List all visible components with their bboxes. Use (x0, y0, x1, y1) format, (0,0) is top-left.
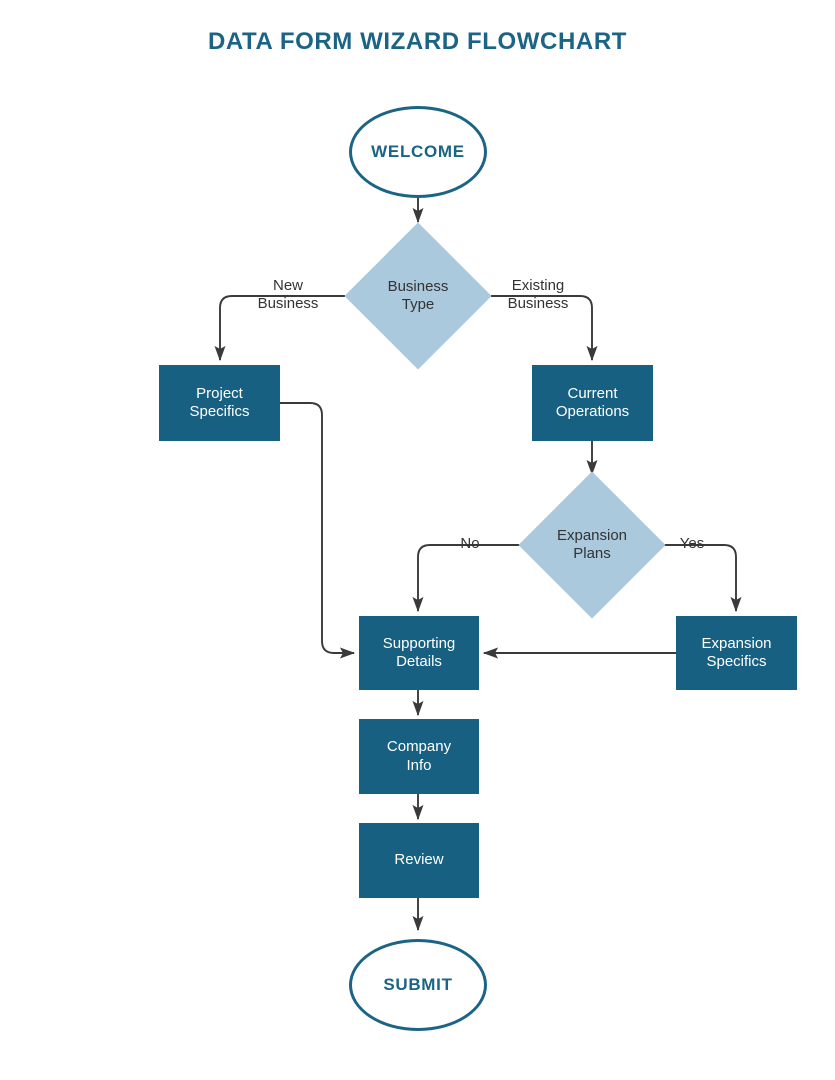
node-business-type-label: Business Type (388, 278, 449, 315)
edge-label-no: No (460, 535, 480, 552)
node-welcome[interactable]: WELCOME (349, 106, 487, 198)
node-current-operations[interactable]: Current Operations (532, 365, 653, 441)
node-expansion-specifics-label-line2: Specifics (706, 653, 767, 670)
edge-expansion-plans-to-supporting-details (412, 544, 521, 613)
node-company-info[interactable]: Company Info (359, 719, 479, 794)
node-submit[interactable]: SUBMIT (349, 939, 487, 1031)
edge-expansion-plans-to-expansion-specifics (663, 544, 742, 613)
node-expansion-specifics-label: Expansion Specifics (701, 635, 771, 672)
node-current-operations-label-line1: Current (567, 384, 618, 402)
edge-label-new-business-line1: New (272, 277, 303, 294)
node-project-specifics-label-line2: Specifics (189, 403, 250, 420)
node-business-type[interactable]: Business Type (344, 222, 492, 370)
edge-project-specifics-to-supporting-details (280, 402, 356, 659)
node-expansion-specifics-label-line1: Expansion (701, 634, 772, 652)
node-expansion-plans-label-line2: Plans (573, 545, 611, 562)
node-supporting-details-label: Supporting Details (383, 635, 456, 672)
node-project-specifics[interactable]: Project Specifics (159, 365, 280, 441)
node-current-operations-label: Current Operations (556, 385, 629, 422)
node-review-label: Review (394, 851, 444, 869)
node-business-type-label-line1: Business (387, 277, 449, 295)
node-review[interactable]: Review (359, 823, 479, 898)
edge-label-existing-business-line1: Existing (511, 277, 565, 294)
node-company-info-label: Company Info (387, 738, 451, 775)
edge-label-new-business: New Business (246, 277, 330, 313)
edge-label-existing-business: Existing Business (496, 277, 580, 313)
node-submit-label: SUBMIT (383, 974, 453, 994)
node-project-specifics-label: Project Specifics (189, 385, 249, 422)
flowchart-canvas: DATA FORM WIZARD FLOWCHART WELCOME Busin… (0, 0, 835, 1080)
edge-label-existing-business-line2: Business (507, 295, 569, 312)
node-welcome-label: WELCOME (371, 141, 465, 161)
node-supporting-details-label-line2: Details (396, 653, 442, 670)
node-expansion-specifics[interactable]: Expansion Specifics (676, 616, 797, 690)
node-company-info-label-line2: Info (406, 756, 432, 774)
node-project-specifics-label-line1: Project (196, 384, 243, 402)
node-business-type-label-line2: Type (401, 296, 435, 313)
node-expansion-plans-label-line1: Expansion (556, 526, 628, 544)
node-expansion-plans-label: Expansion Plans (557, 527, 627, 564)
edge-label-yes: Yes (679, 535, 705, 552)
node-current-operations-label-line2: Operations (555, 403, 630, 420)
node-expansion-plans[interactable]: Expansion Plans (518, 471, 666, 619)
node-supporting-details-label-line1: Supporting (382, 634, 456, 652)
node-company-info-label-line1: Company (386, 738, 452, 756)
node-supporting-details[interactable]: Supporting Details (359, 616, 479, 690)
edge-label-new-business-line2: Business (257, 295, 319, 312)
